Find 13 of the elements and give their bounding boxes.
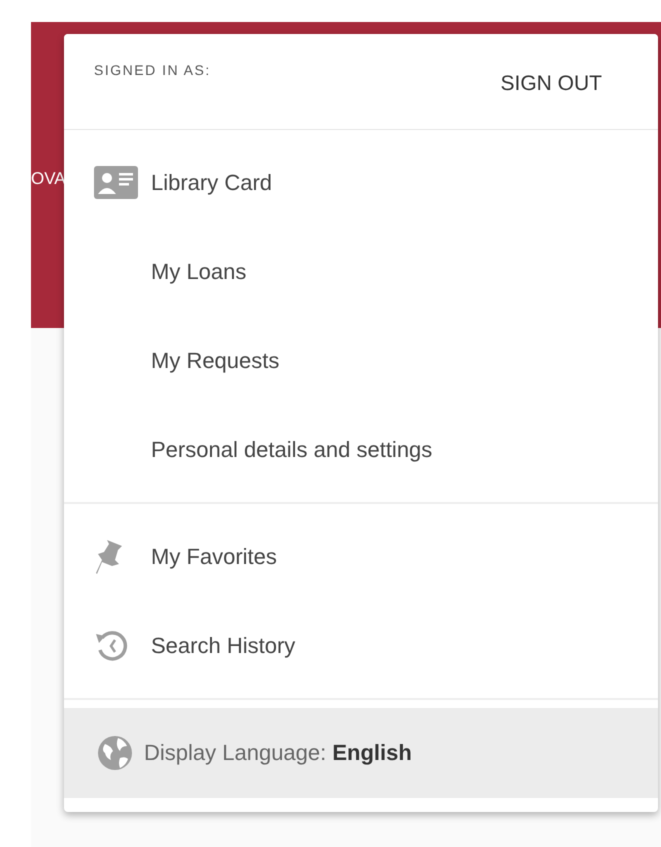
signed-in-label: SIGNED IN AS: [94, 62, 211, 78]
menu-item[interactable]: Library Card [64, 138, 658, 227]
menu-item[interactable]: My Loans [64, 227, 658, 316]
menu-item[interactable]: My Favorites [64, 512, 658, 601]
globe-icon [96, 734, 134, 772]
sign-out-link[interactable]: SIGN OUT [500, 72, 602, 96]
menu-item[interactable]: My Requests [64, 316, 658, 405]
banner-text: OVA [31, 169, 66, 189]
pushpin-icon [94, 538, 124, 576]
menu-item[interactable]: Search History [64, 601, 658, 690]
id-card-icon [94, 166, 138, 199]
menu-item[interactable]: Personal details and settings [64, 405, 658, 494]
display-language-item[interactable]: Display Language: English [64, 708, 658, 798]
